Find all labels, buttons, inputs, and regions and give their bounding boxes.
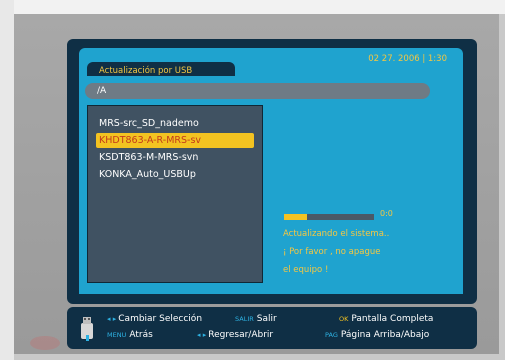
tv-screen: Actualización por USB 02 27. 2006 | 1:30… [14,14,499,354]
update-progress-bar [284,214,374,220]
left-right-arrows-icon: ◂ ▸ [197,331,207,339]
list-item[interactable]: MRS-src_SD_nademo [96,116,254,131]
tv-bezel-left [0,0,14,360]
hint-page-up-down: PAG Página Arriba/Abajo [325,330,430,340]
list-item[interactable]: KSDT863-M-MRS-svn [96,150,254,165]
hint-exit: SALIR Salir [235,314,277,324]
tv-bezel-top [0,0,505,14]
list-item-selected[interactable]: KHDT863-A-R-MRS-sv [96,133,254,148]
hint-change-selection: ◂ ▸ Cambiar Selección [107,314,203,324]
list-item[interactable]: KONKA_Auto_USBUp [96,167,254,182]
hint-fullscreen: OK Pantalla Completa [339,314,434,324]
hint-back: MENU Atrás [107,330,153,340]
key-hints-footer: ◂ ▸ Cambiar Selección SALIR Salir OK Pantal… [67,307,477,349]
usb-drive-icon [81,317,93,341]
current-path: /A [85,83,430,99]
progress-label: 0:0 [380,209,393,218]
usb-update-panel: Actualización por USB 02 27. 2006 | 1:30… [67,39,477,304]
datetime-display: 02 27. 2006 | 1:30 [368,54,447,64]
hint-return-open: ◂ ▸ Regresar/Abrir [197,330,274,340]
status-message-line1: Actualizando el sistema.. [283,229,390,239]
panel-header: Actualización por USB 02 27. 2006 | 1:30 [79,48,463,80]
status-message-line3: el equipo ! [283,265,329,275]
file-list[interactable]: MRS-src_SD_nademo KHDT863-A-R-MRS-sv KSD… [87,105,263,283]
left-right-arrows-icon: ◂ ▸ [107,315,117,323]
progress-fill [284,214,307,220]
status-message-line2: ¡ Por favor , no apague [283,247,381,257]
reflection-glare [30,336,60,350]
